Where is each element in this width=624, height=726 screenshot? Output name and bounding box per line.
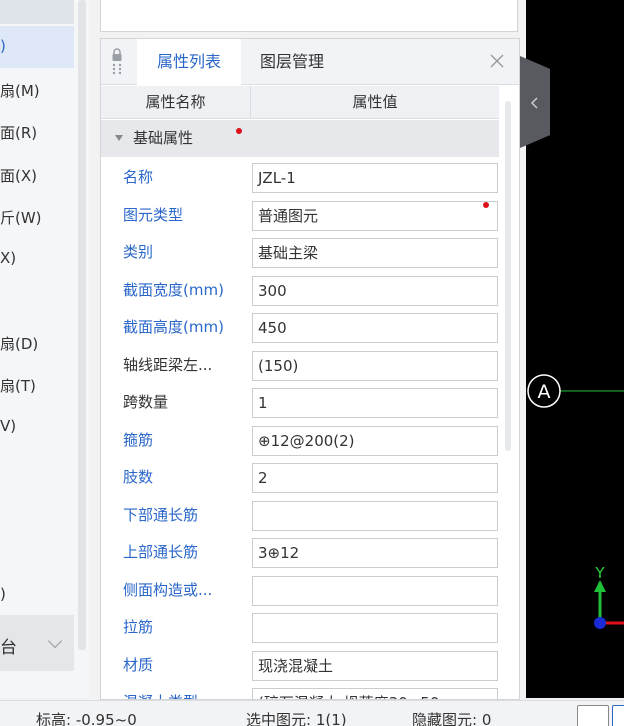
property-value-input[interactable]: 2 (252, 463, 498, 493)
property-name: 混凝土类型 (123, 684, 198, 699)
list-item[interactable]: 扇(M) (0, 80, 40, 101)
required-dot (483, 201, 489, 208)
triangle-down-icon[interactable] (115, 135, 123, 141)
property-value-input[interactable]: 300 (252, 275, 498, 306)
property-value-input[interactable]: 450 (252, 313, 498, 343)
table-row: 混凝土类型 (碎石混凝土 坍落度30~50... (101, 684, 499, 699)
column-header: 属性名称 属性值 (101, 86, 499, 119)
origin-marker (594, 617, 606, 629)
property-name: 轴线距梁左... (123, 355, 213, 374)
property-name: 拉筋 (123, 618, 154, 636)
table-row: 图元类型 普通图元 (101, 197, 499, 235)
property-value-input[interactable] (252, 613, 498, 643)
list-item[interactable]: 面(X) (0, 165, 37, 186)
property-value-input[interactable]: 3⊕12 (252, 538, 498, 568)
status-hidden: 隐藏图元: 0 (412, 711, 492, 726)
list-item-selected[interactable] (0, 26, 74, 68)
table-row: 上部通长筋 3⊕12 (101, 534, 499, 572)
status-bar: 标高: -0.95~0 选中图元: 1(1) 隐藏图元: 0 (0, 700, 624, 726)
column-header-name: 属性名称 (101, 86, 251, 119)
tab-properties[interactable]: 属性列表 (137, 39, 241, 85)
property-value-input[interactable]: JZL-1 (252, 163, 498, 193)
chevron-left-icon (530, 97, 538, 109)
column-header-value: 属性值 (352, 93, 398, 111)
collapse-panel-button[interactable] (520, 56, 550, 148)
property-name: 截面宽度(mm) (123, 280, 224, 299)
property-name: 肢数 (123, 468, 154, 486)
list-item[interactable]: 扇(T) (0, 375, 36, 396)
required-dot (236, 128, 242, 134)
list-item[interactable]: V) (0, 417, 16, 435)
property-name: 下部通长筋 (123, 505, 199, 524)
list-item[interactable]: 斤(W) (0, 207, 42, 228)
list-item-top[interactable] (0, 0, 74, 24)
table-row: 截面宽度(mm) 300 (101, 272, 499, 310)
property-name: 图元类型 (123, 205, 184, 224)
list-item[interactable]: X) (0, 249, 16, 267)
properties-scrollbar[interactable] (505, 101, 511, 451)
panel-tab-bar: 属性列表 图层管理 (101, 39, 519, 85)
status-selected: 选中图元: 1(1) (246, 711, 347, 726)
property-value-input[interactable]: 基础主梁 (252, 238, 498, 268)
property-value-input[interactable]: (碎石混凝土 坍落度30~50... (252, 688, 498, 699)
property-name: 侧面构造或... (123, 580, 213, 599)
table-row: 名称 JZL-1 (101, 159, 499, 197)
property-value-input[interactable] (252, 500, 498, 531)
property-value-input[interactable]: 1 (252, 388, 498, 418)
close-icon[interactable] (489, 53, 505, 69)
group-label: 基础属性 (133, 129, 194, 147)
axis-label-a: A (538, 381, 551, 403)
table-row: 肢数 2 (101, 459, 499, 497)
table-row: 材质 现浇混凝土 (101, 647, 499, 685)
properties-panel: 属性列表 图层管理 属性名称 属性值 基础属性 名称 JZL-1 图元类型 普通… (100, 38, 520, 700)
left-scrollbar[interactable] (78, 0, 86, 650)
property-name: 上部通长筋 (123, 543, 199, 561)
list-item[interactable]: ) (0, 37, 6, 55)
property-name: 名称 (123, 168, 154, 186)
property-value-input[interactable]: 现浇混凝土 (252, 650, 498, 681)
upper-panel (100, 0, 518, 32)
status-toggle-button-active[interactable] (612, 705, 624, 726)
property-rows: 名称 JZL-1 图元类型 普通图元 类别 基础主梁 截面宽度(mm) 300 … (101, 159, 499, 699)
property-value-input[interactable] (252, 575, 498, 606)
property-value-input[interactable]: 普通图元 (252, 200, 498, 231)
list-item[interactable]: ) (0, 585, 6, 603)
group-row-basic[interactable]: 基础属性 (101, 120, 499, 157)
tab-layer-management[interactable]: 图层管理 (249, 39, 335, 85)
table-row: 拉筋 (101, 609, 499, 647)
y-axis-label: Y (594, 564, 605, 582)
table-row: 侧面构造或... (101, 572, 499, 610)
table-row: 截面高度(mm) 450 (101, 309, 499, 347)
left-component-list: ) 扇(M) 面(R) 面(X) 斤(W) X) 扇(D) 扇(T) V) ) … (0, 0, 90, 698)
table-row: 类别 基础主梁 (101, 234, 499, 272)
table-row: 下部通长筋 (101, 497, 499, 535)
property-name: 类别 (123, 243, 154, 261)
property-value-input[interactable]: (150) (252, 350, 498, 381)
list-group-label: 台 (0, 638, 17, 658)
status-elevation: 标高: -0.95~0 (36, 711, 137, 726)
property-name: 跨数量 (123, 393, 169, 411)
lock-icon[interactable] (111, 47, 123, 75)
list-item[interactable]: 面(R) (0, 122, 37, 143)
property-value-input[interactable]: ⊕12@200(2) (252, 425, 498, 456)
table-row: 轴线距梁左... (150) (101, 347, 499, 385)
list-item[interactable]: 扇(D) (0, 333, 38, 354)
property-name: 截面高度(mm) (123, 318, 224, 336)
table-row: 箍筋 ⊕12@200(2) (101, 422, 499, 460)
property-name: 箍筋 (123, 430, 154, 449)
table-row: 跨数量 1 (101, 384, 499, 422)
status-toggle-button[interactable] (577, 705, 609, 726)
property-name: 材质 (123, 655, 154, 674)
